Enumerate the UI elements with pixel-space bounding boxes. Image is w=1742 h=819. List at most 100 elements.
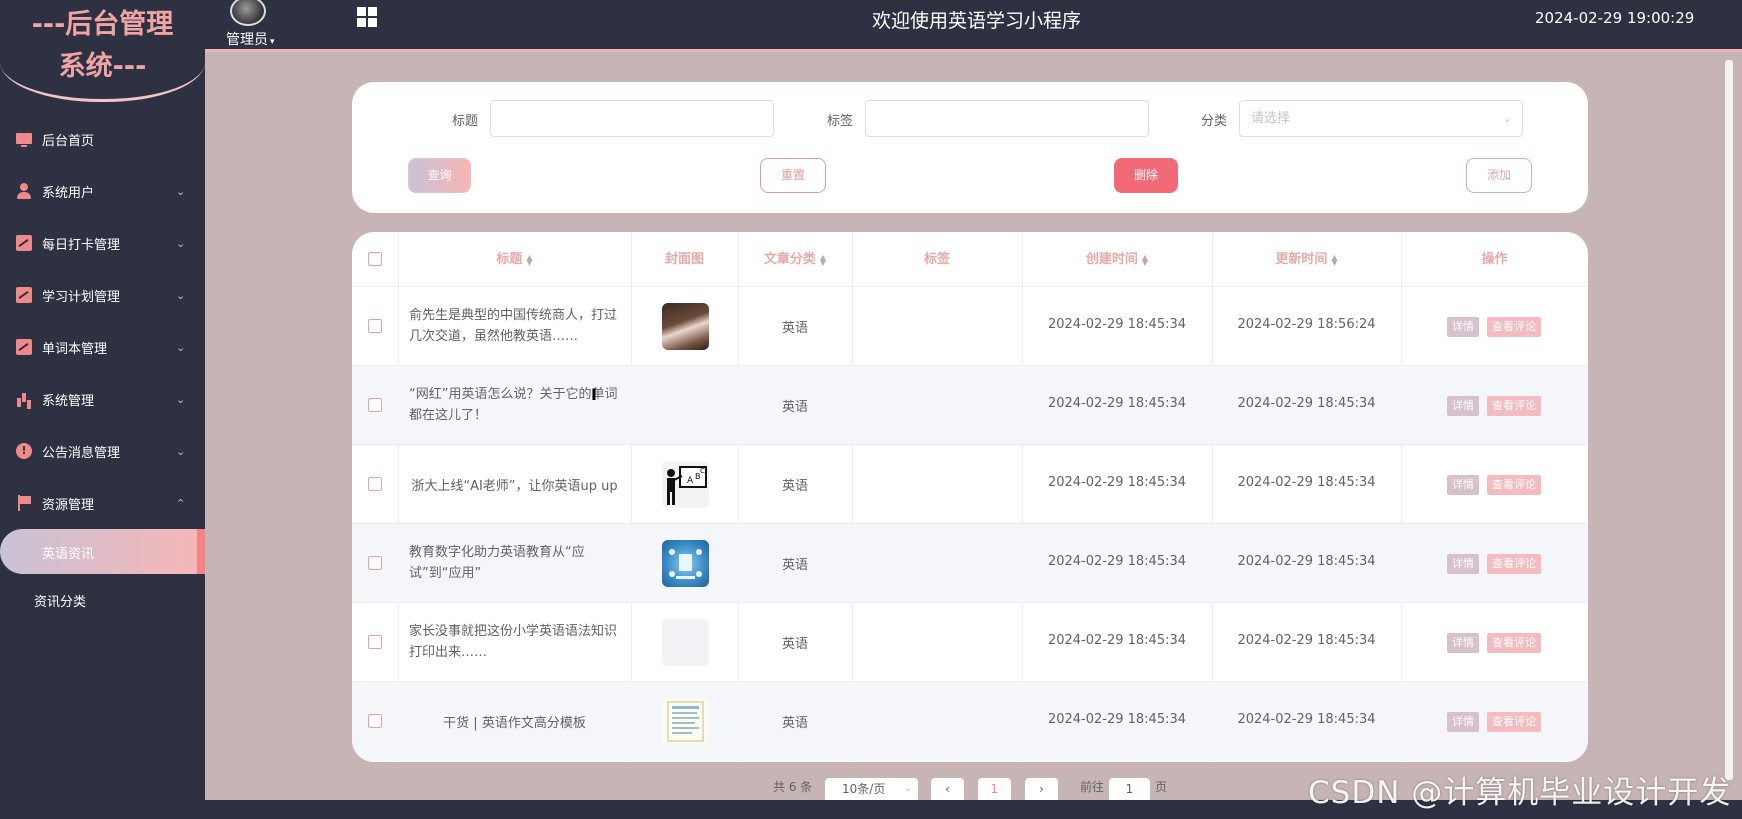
chart-icon: [16, 235, 32, 251]
table-row: 浙大上线“AI老师”，让你英语up up A B C 英语 2024-02-29…: [352, 445, 1588, 524]
user-icon: [16, 183, 32, 199]
chevron-up-icon: ⌃: [176, 496, 186, 510]
chevron-down-icon: ⌄: [176, 392, 186, 406]
sidebar-item-checkin[interactable]: 每日打卡管理 ⌄: [0, 223, 205, 263]
sidebar-item-label: 后台首页: [42, 133, 95, 149]
sidebar-item-resources[interactable]: 资源管理 ⌃: [0, 483, 205, 523]
column-header-title[interactable]: 标题 ▲ ▼: [398, 232, 631, 287]
chevron-down-icon: ⌄: [176, 444, 186, 458]
row-updated: 2024-02-29 18:45:34: [1237, 712, 1376, 727]
category-select-placeholder: 请选择: [1251, 111, 1291, 126]
detail-button[interactable]: 详情: [1447, 317, 1479, 337]
sidebar-item-label: 资源管理: [42, 497, 95, 513]
detail-button[interactable]: 详情: [1447, 396, 1479, 416]
page-number-current[interactable]: 1: [978, 778, 1011, 802]
prev-page-button[interactable]: ‹: [931, 778, 964, 802]
active-indicator: [197, 529, 205, 574]
row-title: 浙大上线“AI老师”，让你英语up up: [411, 479, 618, 494]
sidebar-item-users[interactable]: 系统用户 ⌄: [0, 171, 205, 211]
column-header-created[interactable]: 创建时间 ▲ ▼: [1022, 232, 1212, 287]
category-select[interactable]: 请选择 ⌄: [1239, 100, 1523, 137]
page-size-value: 10条/页: [842, 782, 886, 796]
page-suffix: 页: [1155, 780, 1168, 794]
detail-button[interactable]: 详情: [1447, 475, 1479, 495]
row-checkbox[interactable]: [368, 477, 382, 491]
goto-label: 前往: [1080, 780, 1105, 794]
sidebar-item-label: 系统管理: [42, 393, 95, 409]
sidebar: 后台首页 系统用户 ⌄ 每日打卡管理 ⌄ 学习计划管理 ⌄ 单词本管理 ⌄ 系统…: [0, 52, 205, 819]
row-category: 英语: [781, 558, 808, 573]
view-comments-button[interactable]: 查看评论: [1487, 633, 1541, 653]
scrollbar[interactable]: [1725, 60, 1733, 780]
teacher-icon: A B C: [667, 466, 707, 505]
sort-icon: ▲ ▼: [1331, 252, 1338, 267]
tag-filter-input[interactable]: [865, 100, 1149, 137]
goto-page-input[interactable]: 1: [1109, 778, 1150, 802]
query-button[interactable]: 查询: [408, 158, 471, 193]
chevron-down-icon: ⌄: [176, 288, 186, 302]
row-updated: 2024-02-29 18:45:34: [1237, 633, 1376, 648]
cover-image: [662, 540, 709, 587]
grid-menu-icon[interactable]: [357, 7, 377, 27]
row-checkbox[interactable]: [368, 635, 382, 649]
sidebar-item-announcements[interactable]: ! 公告消息管理 ⌄: [0, 431, 205, 471]
column-header-actions: 操作: [1481, 252, 1508, 267]
add-button[interactable]: 添加: [1466, 158, 1532, 193]
admin-dropdown[interactable]: 管理员 ▾: [226, 29, 275, 49]
chevron-down-icon: ⌄: [176, 184, 186, 198]
sidebar-subitem-english-news[interactable]: 英语资讯: [0, 529, 205, 574]
sidebar-item-wordbook[interactable]: 单词本管理 ⌄: [0, 327, 205, 367]
flag-icon: [16, 495, 32, 511]
chevron-right-icon: ›: [1039, 782, 1044, 796]
digital-education-icon: [669, 549, 702, 579]
detail-button[interactable]: 详情: [1447, 633, 1479, 653]
news-table: 标题 ▲ ▼ 封面图 文章分类 ▲ ▼ 标签 创建时间 ▲ ▼ 更新时间 ▲ ▼ 操作 俞先生是…: [352, 232, 1588, 762]
row-category: 英语: [781, 479, 808, 494]
row-title: 教育数字化助力英语教育从“应试”到“应用”: [409, 545, 585, 581]
sidebar-subitem-news-category[interactable]: 资讯分类: [34, 591, 86, 610]
view-comments-button[interactable]: 查看评论: [1487, 554, 1541, 574]
logo-line1: ---后台管理: [31, 9, 174, 40]
logo-line2: 系统---: [58, 51, 147, 82]
column-header-updated[interactable]: 更新时间 ▲ ▼: [1212, 232, 1401, 287]
view-comments-button[interactable]: 查看评论: [1487, 712, 1541, 732]
row-checkbox[interactable]: [368, 556, 382, 570]
sidebar-item-system[interactable]: 系统管理 ⌄: [0, 379, 205, 419]
row-title: 俞先生是典型的中国传统商人，打过几次交道，虽然他教英语……: [409, 308, 618, 344]
pagination-total: 共 6 条: [773, 780, 813, 794]
row-category: 英语: [781, 637, 808, 652]
row-title: “网红”用英语怎么说？关于它的单词都在这儿了！: [409, 387, 618, 423]
row-created: 2024-02-29 18:45:34: [1047, 633, 1187, 648]
row-updated: 2024-02-29 18:45:34: [1237, 475, 1376, 490]
monitor-icon: [16, 133, 32, 147]
next-page-button[interactable]: ›: [1025, 778, 1058, 802]
page-size-select[interactable]: 10条/页 ⌄: [825, 778, 918, 802]
text-cursor-icon: I: [591, 385, 597, 404]
admin-label: 管理员: [226, 32, 268, 48]
sidebar-item-study-plan[interactable]: 学习计划管理 ⌄: [0, 275, 205, 315]
welcome-title: 欢迎使用英语学习小程序: [872, 10, 1082, 32]
row-category: 英语: [781, 321, 808, 336]
cover-image: [662, 619, 709, 666]
detail-button[interactable]: 详情: [1447, 554, 1479, 574]
table-header: 标题 ▲ ▼ 封面图 文章分类 ▲ ▼ 标签 创建时间 ▲ ▼ 更新时间 ▲ ▼ 操作: [352, 232, 1588, 287]
sidebar-item-home[interactable]: 后台首页: [0, 119, 205, 159]
row-checkbox[interactable]: [368, 319, 382, 333]
detail-button[interactable]: 详情: [1447, 712, 1479, 732]
reset-button[interactable]: 重置: [760, 158, 826, 193]
view-comments-button[interactable]: 查看评论: [1487, 396, 1541, 416]
view-comments-button[interactable]: 查看评论: [1487, 475, 1541, 495]
delete-button[interactable]: 删除: [1114, 158, 1178, 193]
sidebar-item-label: 公告消息管理: [42, 445, 121, 461]
view-comments-button[interactable]: 查看评论: [1487, 317, 1541, 337]
table-row: 干货 | 英语作文高分模板 英语 2024-02-29 18:45:34 202…: [352, 682, 1588, 761]
select-all-checkbox[interactable]: [368, 252, 382, 266]
chevron-down-icon: ▾: [270, 37, 275, 47]
column-header-category[interactable]: 文章分类 ▲ ▼: [738, 232, 852, 287]
sidebar-item-label: 每日打卡管理: [42, 237, 121, 253]
row-checkbox[interactable]: [368, 714, 382, 728]
table-row: 家长没事就把这份小学英语语法知识打印出来…… 英语 2024-02-29 18:…: [352, 603, 1588, 682]
row-checkbox[interactable]: [368, 398, 382, 412]
title-filter-input[interactable]: [490, 100, 774, 137]
row-created: 2024-02-29 18:45:34: [1047, 317, 1187, 332]
